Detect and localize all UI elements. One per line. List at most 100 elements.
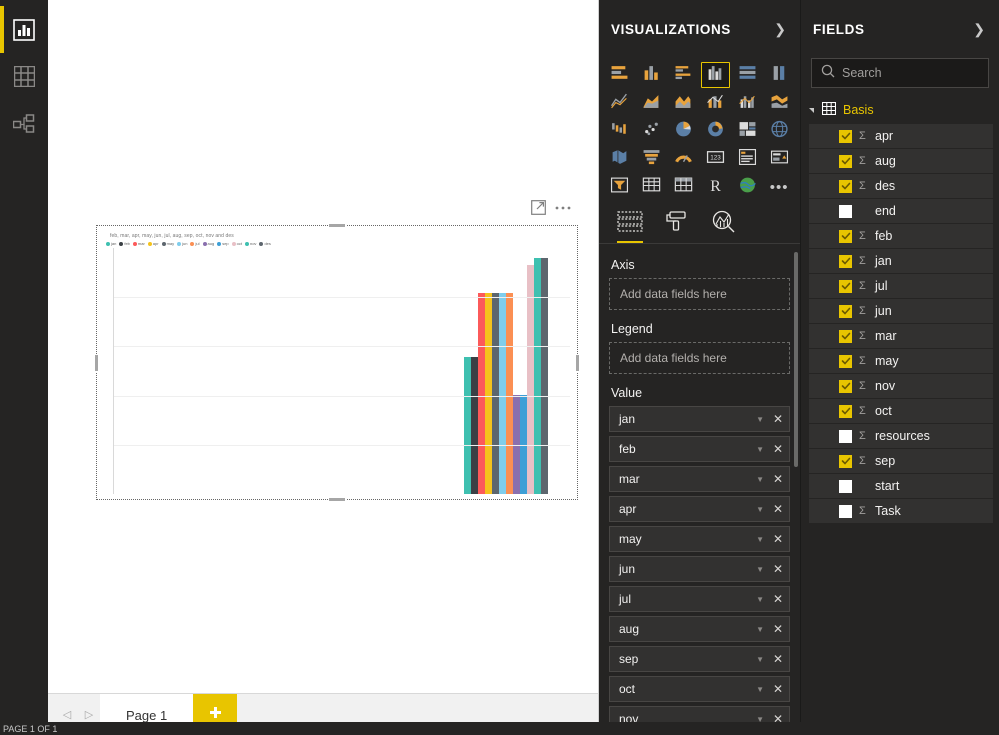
- focus-mode-icon[interactable]: [531, 200, 546, 220]
- value-field-may[interactable]: may ▼ ✕: [609, 526, 790, 552]
- remove-field-icon[interactable]: ✕: [771, 502, 785, 516]
- search-input[interactable]: Search: [811, 58, 989, 88]
- report-view-button[interactable]: [0, 6, 48, 53]
- legend-item[interactable]: jan: [106, 241, 116, 246]
- more-options-icon[interactable]: [554, 200, 572, 220]
- field-item-jun[interactable]: Σjun: [809, 299, 993, 323]
- field-item-may[interactable]: Σmay: [809, 349, 993, 373]
- field-checkbox[interactable]: [839, 404, 852, 418]
- viz-type-r-script-visual[interactable]: R: [701, 174, 731, 200]
- viz-type-area-chart[interactable]: [637, 90, 667, 116]
- legend-item[interactable]: jun: [177, 241, 187, 246]
- bar-nov[interactable]: [534, 257, 541, 494]
- viz-type-stacked-area-chart[interactable]: [669, 90, 699, 116]
- model-view-button[interactable]: [0, 100, 48, 147]
- bar-feb[interactable]: [471, 357, 478, 494]
- viz-type-line-clustered-column-chart[interactable]: [732, 90, 762, 116]
- legend-item[interactable]: oct: [231, 241, 242, 246]
- viz-type-100-stacked-bar-chart[interactable]: [732, 62, 762, 88]
- field-table-basis[interactable]: Basis: [801, 100, 999, 124]
- chevron-down-icon[interactable]: ▼: [756, 595, 771, 604]
- field-checkbox[interactable]: [839, 429, 852, 443]
- viz-type-table[interactable]: [637, 174, 667, 200]
- data-view-button[interactable]: [0, 53, 48, 100]
- legend-item[interactable]: nov: [244, 241, 256, 246]
- value-field-apr[interactable]: apr ▼ ✕: [609, 496, 790, 522]
- bar-jun[interactable]: [499, 293, 506, 494]
- resize-handle-bottom[interactable]: [328, 497, 346, 502]
- viz-type-card[interactable]: 123: [701, 146, 731, 172]
- legend-item[interactable]: sep: [217, 241, 229, 246]
- viz-type-line-chart[interactable]: [605, 90, 635, 116]
- field-item-Task[interactable]: Σ Task: [809, 499, 993, 523]
- bar-jul[interactable]: [506, 293, 513, 494]
- chevron-down-icon[interactable]: ▼: [756, 685, 771, 694]
- selected-visual-container[interactable]: feb, mar, apr, may, jun, jul, aug, sep, …: [94, 223, 580, 502]
- remove-field-icon[interactable]: ✕: [771, 562, 785, 576]
- legend-item[interactable]: des: [259, 241, 271, 246]
- chevron-down-icon[interactable]: ▼: [756, 535, 771, 544]
- resize-handle-top[interactable]: [328, 223, 346, 228]
- chevron-down-icon[interactable]: ▼: [756, 565, 771, 574]
- viz-type-pie-chart[interactable]: [669, 118, 699, 144]
- viz-type-gauge-chart[interactable]: [669, 146, 699, 172]
- chevron-down-icon[interactable]: ▼: [756, 655, 771, 664]
- viz-type-donut-chart[interactable]: [701, 118, 731, 144]
- bar-jan[interactable]: [464, 357, 471, 494]
- remove-field-icon[interactable]: ✕: [771, 592, 785, 606]
- chevron-down-icon[interactable]: ▼: [756, 415, 771, 424]
- field-checkbox[interactable]: [839, 279, 852, 293]
- field-item-des[interactable]: Σdes: [809, 174, 993, 198]
- legend-item[interactable]: apr: [147, 241, 159, 246]
- chevron-down-icon[interactable]: ▼: [756, 445, 771, 454]
- field-item-jan[interactable]: Σjan: [809, 249, 993, 273]
- viz-type-stacked-bar-chart[interactable]: [605, 62, 635, 88]
- more-visuals-icon[interactable]: •••: [764, 174, 794, 200]
- field-checkbox[interactable]: [839, 304, 852, 318]
- field-item-resources[interactable]: Σresources: [809, 424, 993, 448]
- remove-field-icon[interactable]: ✕: [771, 442, 785, 456]
- value-field-mar[interactable]: mar ▼ ✕: [609, 466, 790, 492]
- bar-des[interactable]: [541, 257, 548, 494]
- field-checkbox[interactable]: [839, 479, 852, 493]
- bar-oct[interactable]: [527, 264, 534, 494]
- resize-handle-left[interactable]: [94, 353, 99, 372]
- resize-handle-right[interactable]: [575, 353, 580, 372]
- chevron-right-icon[interactable]: ❯: [774, 21, 786, 38]
- viz-type-line-stacked-column-chart[interactable]: [701, 90, 731, 116]
- value-field-aug[interactable]: aug ▼ ✕: [609, 616, 790, 642]
- chevron-right-icon[interactable]: ❯: [973, 21, 985, 38]
- viz-type-matrix[interactable]: [669, 174, 699, 200]
- viz-type-clustered-column-chart[interactable]: [700, 62, 731, 88]
- field-item-feb[interactable]: Σfeb: [809, 224, 993, 248]
- field-checkbox[interactable]: [839, 204, 852, 218]
- field-item-jul[interactable]: Σjul: [809, 274, 993, 298]
- bar-apr[interactable]: [485, 293, 492, 494]
- legend-item[interactable]: aug: [202, 241, 214, 246]
- wells-scrollbar[interactable]: [794, 252, 798, 467]
- viz-type-clustered-bar-chart[interactable]: [669, 62, 699, 88]
- viz-type-100-stacked-column-chart[interactable]: [764, 62, 794, 88]
- viz-type-waterfall-chart[interactable]: [605, 118, 635, 144]
- legend-item[interactable]: jul: [190, 241, 200, 246]
- viz-type-multi-row-card[interactable]: [732, 146, 762, 172]
- viz-type-map[interactable]: [764, 118, 794, 144]
- value-field-sep[interactable]: sep ▼ ✕: [609, 646, 790, 672]
- fields-tab[interactable]: [617, 210, 643, 243]
- field-checkbox[interactable]: [839, 129, 852, 143]
- field-checkbox[interactable]: [839, 179, 852, 193]
- field-checkbox[interactable]: [839, 354, 852, 368]
- field-item-sep[interactable]: Σsep: [809, 449, 993, 473]
- value-field-feb[interactable]: feb ▼ ✕: [609, 436, 790, 462]
- field-checkbox[interactable]: [839, 229, 852, 243]
- remove-field-icon[interactable]: ✕: [771, 622, 785, 636]
- chart-bars[interactable]: [115, 248, 570, 494]
- viz-type-stacked-column-chart[interactable]: [637, 62, 667, 88]
- legend-item[interactable]: may: [161, 241, 174, 246]
- remove-field-icon[interactable]: ✕: [771, 412, 785, 426]
- bar-may[interactable]: [492, 293, 499, 494]
- remove-field-icon[interactable]: ✕: [771, 652, 785, 666]
- field-item-oct[interactable]: Σoct: [809, 399, 993, 423]
- legend-item[interactable]: feb: [119, 241, 130, 246]
- field-item-aug[interactable]: Σaug: [809, 149, 993, 173]
